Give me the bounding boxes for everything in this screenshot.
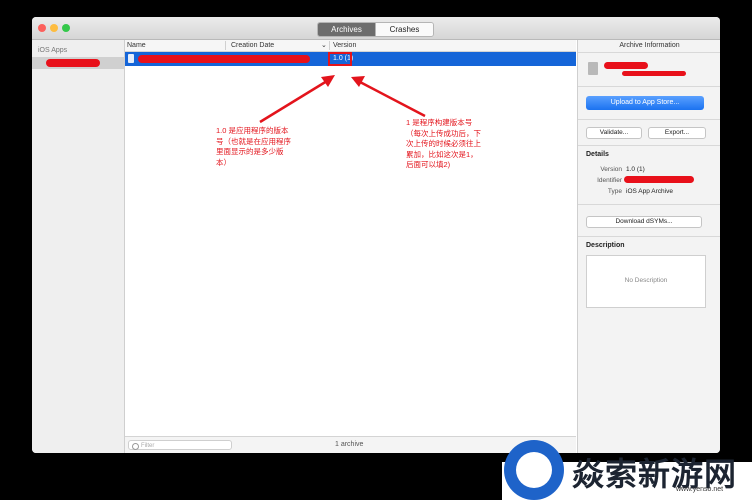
redaction-mark [46,59,100,67]
table-footer: Filter 1 archive [125,436,576,453]
upload-to-app-store-button[interactable]: Upload to App Store... [586,96,704,110]
archive-inspector: Archive Information Upload to App Store.… [577,40,720,453]
close-button[interactable] [38,24,46,32]
description-placeholder: No Description [624,277,668,284]
redaction-mark [622,71,686,76]
filter-icon [132,443,139,450]
detail-identifier-key: Identifier [597,177,622,184]
inspector-title: Archive Information [578,40,720,53]
xcode-organizer-window: Archives Crashes iOS Apps Name Creation … [32,17,720,453]
archive-icon [588,62,598,75]
annotation-arrows [259,75,426,124]
download-dsyms-button[interactable]: Download dSYMs... [586,216,702,228]
tab-archives[interactable]: Archives [318,23,375,36]
detail-version-key: Version [600,166,622,173]
archives-crashes-segmented-control: Archives Crashes [317,22,434,37]
description-heading: Description [586,242,625,249]
zoom-button[interactable] [62,24,70,32]
filter-field[interactable]: Filter [128,440,232,450]
details-heading: Details [586,151,609,158]
validate-button[interactable]: Validate... [586,127,642,139]
watermark-url: www.yenso.net [676,486,724,493]
sidebar: iOS Apps [32,40,125,453]
redaction-mark [624,176,694,183]
tab-crashes[interactable]: Crashes [375,23,433,36]
title-bar: Archives Crashes [32,17,720,40]
export-button[interactable]: Export... [648,127,706,139]
archive-count: 1 archive [335,441,364,448]
detail-type-key: Type [607,188,622,195]
minimize-button[interactable] [50,24,58,32]
detail-version-value: 1.0 (1) [626,166,645,173]
detail-type-value: iOS App Archive [626,188,673,195]
sidebar-header-ios-apps: iOS Apps [38,47,68,54]
archives-table: Name Creation Date ⌄ Version 1.0 (1) 1.0… [125,40,576,453]
sidebar-item-app[interactable] [32,57,124,69]
watermark-logo-inner [516,452,552,488]
description-field[interactable]: No Description [586,255,706,308]
redaction-mark [604,62,648,69]
